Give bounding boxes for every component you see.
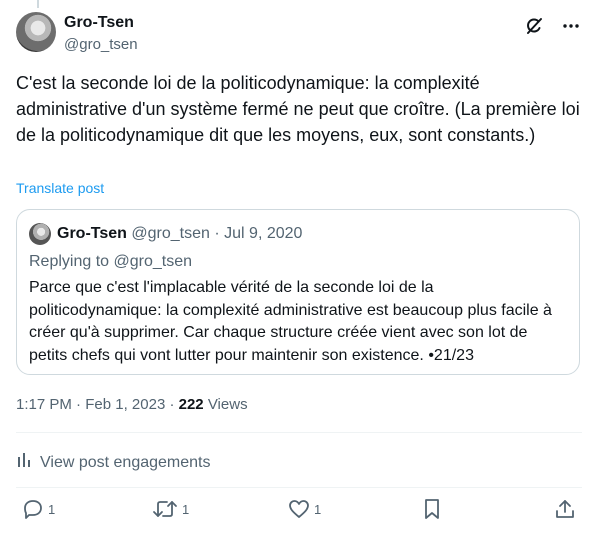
divider bbox=[16, 432, 582, 433]
like-button[interactable]: 1 bbox=[288, 498, 321, 520]
post-action-bar: 1 1 1 bbox=[16, 498, 582, 526]
views-count: 222 bbox=[178, 396, 204, 413]
author-block: Gro-Tsen @gro_tsen bbox=[64, 13, 138, 55]
like-count: 1 bbox=[314, 501, 322, 517]
more-icon[interactable] bbox=[562, 17, 580, 35]
view-engagements-link[interactable]: View post engagements bbox=[16, 451, 210, 474]
author-avatar[interactable] bbox=[16, 12, 56, 52]
replying-to-label: Replying to @gro_tsen bbox=[29, 253, 192, 270]
post-date[interactable]: Feb 1, 2023 bbox=[85, 396, 165, 413]
quoted-author-avatar bbox=[29, 223, 51, 245]
translate-post-link[interactable]: Translate post bbox=[16, 180, 104, 196]
quoted-post-header: Gro-Tsen @gro_tsen · Jul 9, 2020 bbox=[57, 224, 302, 244]
bookmark-icon bbox=[422, 498, 442, 520]
divider bbox=[16, 487, 582, 488]
reply-count: 1 bbox=[48, 501, 56, 517]
thread-connector-line bbox=[37, 0, 39, 8]
grok-icon[interactable] bbox=[524, 16, 544, 36]
quoted-post-text: Parce que c'est l'implacable vérité de l… bbox=[29, 279, 552, 364]
quoted-separator: · bbox=[214, 225, 220, 242]
post-text: C'est la seconde loi de la politicodynam… bbox=[16, 73, 580, 145]
post-top-actions bbox=[524, 16, 580, 36]
quoted-author-handle: @gro_tsen bbox=[131, 225, 210, 242]
heart-icon bbox=[288, 498, 310, 520]
quoted-post[interactable]: Gro-Tsen @gro_tsen · Jul 9, 2020 Replyin… bbox=[16, 209, 580, 375]
repost-icon bbox=[152, 498, 178, 520]
view-engagements-label: View post engagements bbox=[40, 453, 211, 471]
meta-separator: · bbox=[76, 396, 82, 413]
bar-chart-icon bbox=[16, 451, 34, 474]
bookmark-button[interactable] bbox=[422, 498, 442, 520]
repost-button[interactable]: 1 bbox=[152, 498, 189, 520]
reply-button[interactable]: 1 bbox=[22, 498, 55, 520]
author-name[interactable]: Gro-Tsen bbox=[64, 13, 138, 33]
post-time[interactable]: 1:17 PM bbox=[16, 396, 72, 413]
repost-count: 1 bbox=[182, 501, 190, 517]
author-handle[interactable]: @gro_tsen bbox=[64, 35, 138, 55]
views-label: Views bbox=[207, 396, 248, 413]
quoted-post-date: Jul 9, 2020 bbox=[224, 225, 303, 242]
share-button[interactable] bbox=[554, 498, 576, 520]
share-icon bbox=[554, 498, 576, 520]
post-meta: 1:17 PM · Feb 1, 2023 · 222 Views bbox=[16, 396, 248, 413]
quoted-author-name: Gro-Tsen bbox=[57, 225, 127, 242]
meta-separator-2: · bbox=[169, 396, 175, 413]
reply-icon bbox=[22, 498, 44, 520]
